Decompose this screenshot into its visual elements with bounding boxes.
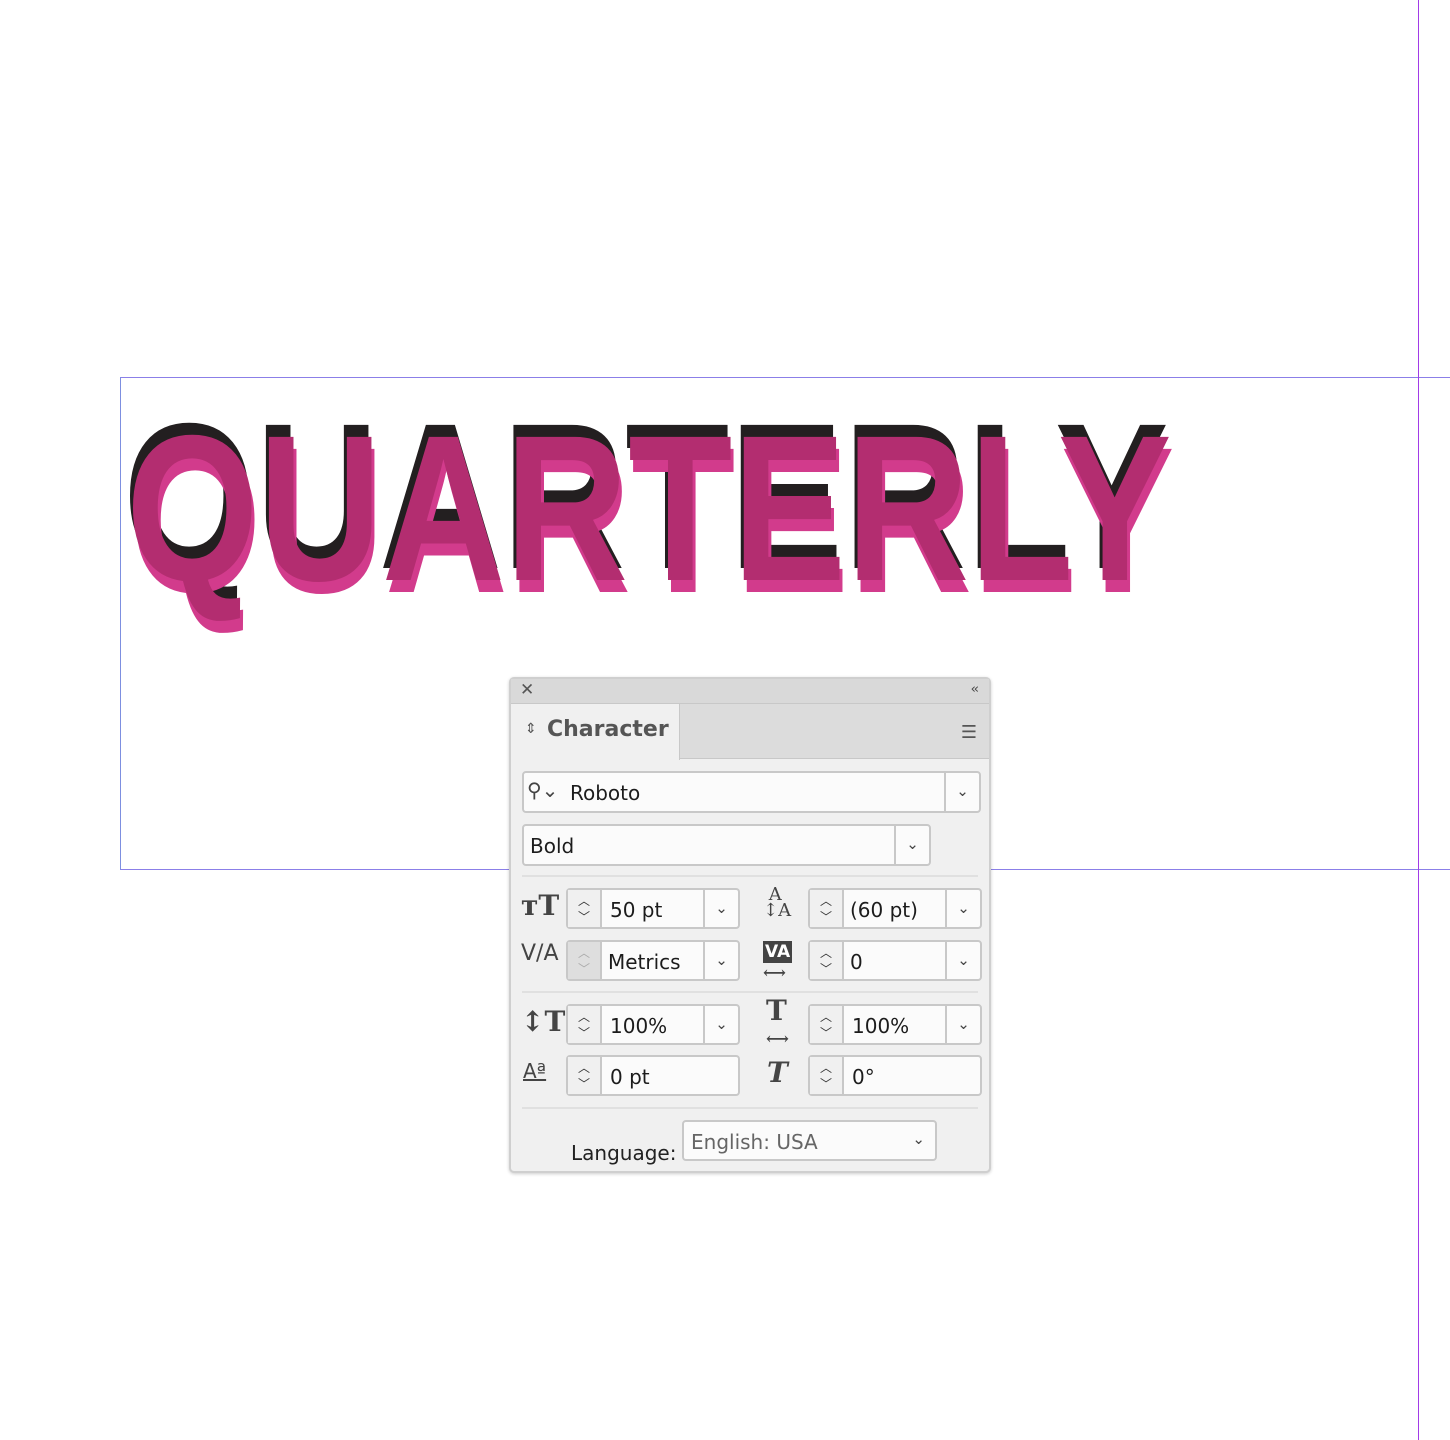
frame-left-guide	[120, 377, 121, 870]
kerning-field[interactable]: ︿ ﹀ Metrics ⌄	[566, 940, 740, 981]
kerning-icon: V/A	[521, 941, 559, 966]
headline-text[interactable]: QUARTERLY	[126, 405, 1172, 613]
language-value: English: USA	[691, 1130, 818, 1154]
divider	[522, 991, 978, 993]
vertical-scale-value: 100%	[610, 1014, 668, 1038]
close-icon[interactable]: ✕	[520, 680, 534, 700]
font-size-icon: ᴛT	[521, 889, 560, 922]
leading-icon: A ↕A	[763, 884, 792, 921]
margin-guide	[1418, 0, 1419, 1440]
horizontal-scale-field[interactable]: ︿ ﹀ 100% ⌄	[808, 1004, 982, 1045]
font-size-stepper[interactable]: ︿ ﹀	[568, 890, 602, 927]
font-size-field[interactable]: ︿ ﹀ 50 pt ⌄	[566, 888, 740, 929]
chevron-down-icon[interactable]: ⌄	[703, 1006, 738, 1043]
baseline-shift-icon: Aª	[523, 1059, 547, 1083]
skew-icon: T	[767, 1056, 788, 1089]
language-select[interactable]: English: USA ⌄	[682, 1120, 937, 1161]
chevron-down-icon[interactable]: ⌄	[703, 890, 738, 927]
horizontal-scale-value: 100%	[852, 1014, 910, 1038]
horizontal-scale-stepper[interactable]: ︿ ﹀	[810, 1006, 844, 1043]
chevron-down-icon[interactable]: ⌄	[945, 1006, 980, 1043]
frame-top-guide	[120, 377, 1450, 378]
kerning-stepper[interactable]: ︿ ﹀	[568, 942, 602, 979]
font-style-field[interactable]: Bold ⌄	[522, 824, 931, 866]
sort-arrows-icon: ⇕	[525, 721, 537, 737]
search-icon: ⚲⌄	[527, 778, 559, 802]
panel-menu-icon[interactable]: ☰	[961, 722, 977, 743]
vertical-scale-stepper[interactable]: ︿ ﹀	[568, 1006, 602, 1043]
chevron-down-icon[interactable]: ⌄	[944, 773, 979, 811]
tab-character[interactable]: ⇕ Character	[511, 704, 680, 760]
tracking-value: 0	[850, 950, 863, 974]
font-family-value: Roboto	[570, 781, 641, 805]
divider	[522, 875, 978, 877]
skew-stepper[interactable]: ︿ ﹀	[810, 1057, 844, 1094]
tracking-icon: VA	[763, 941, 793, 963]
leading-value: (60 pt)	[850, 898, 918, 922]
chevron-down-icon[interactable]: ⌄	[703, 942, 738, 979]
character-panel: ✕ ‹‹ ⇕ Character ☰ ⚲⌄ Roboto ⌄ Bold ⌄ ᴛT…	[509, 677, 991, 1173]
horizontal-scale-icon: T ⟷	[766, 994, 789, 1049]
vertical-scale-icon: ↕T	[521, 1005, 566, 1038]
tab-label: Character	[547, 717, 669, 742]
panel-titlebar[interactable]: ✕ ‹‹	[511, 679, 989, 704]
leading-stepper[interactable]: ︿ ﹀	[810, 890, 844, 927]
collapse-icon[interactable]: ‹‹	[971, 682, 980, 697]
leading-field[interactable]: ︿ ﹀ (60 pt) ⌄	[808, 888, 982, 929]
skew-value: 0°	[852, 1065, 875, 1089]
chevron-down-icon[interactable]: ⌄	[945, 942, 980, 979]
language-label: Language:	[571, 1141, 677, 1165]
divider	[522, 1107, 978, 1109]
skew-field[interactable]: ︿ ﹀ 0°	[808, 1055, 982, 1096]
font-size-value: 50 pt	[610, 898, 663, 922]
baseline-shift-stepper[interactable]: ︿ ﹀	[568, 1057, 602, 1094]
chevron-down-icon: ⌄	[912, 1130, 925, 1148]
baseline-shift-field[interactable]: ︿ ﹀ 0 pt	[566, 1055, 740, 1096]
tracking-stepper[interactable]: ︿ ﹀	[810, 942, 844, 979]
vertical-scale-field[interactable]: ︿ ﹀ 100% ⌄	[566, 1004, 740, 1045]
font-family-field[interactable]: ⚲⌄ Roboto ⌄	[522, 771, 981, 813]
baseline-shift-value: 0 pt	[610, 1065, 650, 1089]
tracking-field[interactable]: ︿ ﹀ 0 ⌄	[808, 940, 982, 981]
kerning-value: Metrics	[608, 950, 681, 974]
font-style-value: Bold	[530, 834, 575, 858]
chevron-down-icon[interactable]: ⌄	[894, 826, 929, 864]
chevron-down-icon[interactable]: ⌄	[945, 890, 980, 927]
tracking-arrow-icon: ⟷	[763, 963, 786, 982]
